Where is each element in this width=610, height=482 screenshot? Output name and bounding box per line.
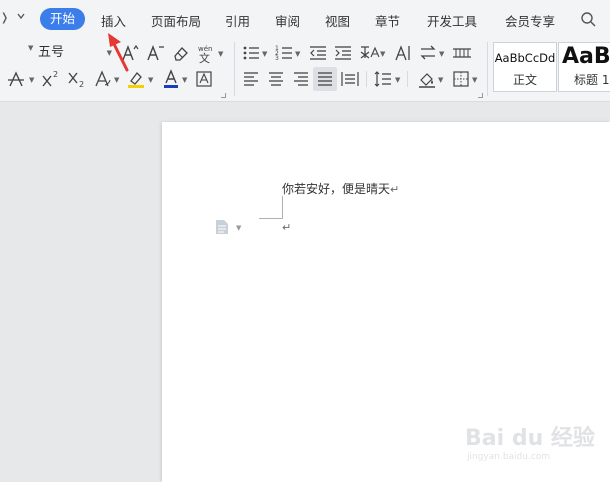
- character-border-icon[interactable]: [194, 69, 214, 89]
- document-paragraph[interactable]: 你若安好，便是晴天↵: [282, 180, 399, 197]
- divider: [366, 71, 367, 87]
- paragraph-text: 你若安好，便是晴天: [282, 182, 391, 196]
- tab-developer-tools[interactable]: 开发工具: [427, 11, 477, 30]
- decrease-indent-icon[interactable]: [308, 43, 328, 63]
- empty-paragraph-mark[interactable]: ↵: [282, 221, 291, 234]
- menu-bar: ❭ 开始 插入 页面布局 引用 审阅 视图 章节 开发工具 会员专享: [0, 0, 610, 38]
- tab-insert[interactable]: 插入: [101, 11, 126, 30]
- svg-text:2: 2: [53, 70, 58, 79]
- font-size-select[interactable]: 五号 ▼: [38, 43, 114, 63]
- chinese-layout-icon[interactable]: [358, 43, 380, 63]
- chevron-down-icon[interactable]: ▼: [236, 224, 241, 232]
- chevron-down-icon[interactable]: ▼: [439, 50, 444, 58]
- chevron-down-icon[interactable]: ▼: [114, 76, 119, 84]
- style-sample: AaB: [562, 44, 610, 69]
- svg-text:3: 3: [275, 55, 279, 62]
- font-name-dropdown-icon[interactable]: ▼: [28, 44, 33, 52]
- tab-references[interactable]: 引用: [225, 11, 250, 30]
- paragraph-dialog-launcher[interactable]: [478, 93, 483, 98]
- chevron-down-icon[interactable]: ▼: [29, 76, 34, 84]
- distributed-align-icon[interactable]: [340, 69, 360, 89]
- line-spacing-icon[interactable]: [373, 69, 393, 89]
- search-icon[interactable]: [579, 9, 599, 29]
- svg-text:2: 2: [79, 80, 84, 89]
- text-direction-icon[interactable]: [393, 43, 413, 63]
- chevron-down-icon[interactable]: [16, 11, 26, 24]
- watermark-brand: Bai du 经验: [465, 426, 595, 451]
- borders-icon[interactable]: [451, 69, 471, 89]
- decrease-font-size-icon[interactable]: [145, 43, 165, 63]
- svg-text:文: 文: [199, 51, 210, 64]
- tab-view[interactable]: 视图: [325, 11, 350, 30]
- margin-corner-mark: [282, 196, 283, 219]
- font-dialog-launcher[interactable]: [221, 93, 226, 98]
- chevron-down-icon[interactable]: ▼: [472, 76, 477, 84]
- style-sample: AaBbCcDd: [494, 51, 556, 65]
- chevron-down-icon[interactable]: ▼: [380, 50, 385, 58]
- bullet-list-icon[interactable]: [241, 43, 261, 63]
- line-sort-icon[interactable]: [418, 43, 438, 63]
- document-icon[interactable]: [215, 219, 229, 239]
- superscript-icon[interactable]: 2: [40, 69, 62, 89]
- shading-icon[interactable]: [417, 69, 437, 89]
- tab-review[interactable]: 审阅: [275, 11, 300, 30]
- red-arrow-annotation: [108, 33, 129, 72]
- align-right-icon[interactable]: [291, 69, 311, 89]
- justify-icon[interactable]: [313, 67, 337, 91]
- numbered-list-icon[interactable]: 123: [274, 43, 294, 63]
- align-center-icon[interactable]: [266, 69, 286, 89]
- style-name: 正文: [512, 73, 537, 87]
- chevron-down-icon[interactable]: ▼: [262, 50, 267, 58]
- increase-indent-icon[interactable]: [333, 43, 353, 63]
- tab-member-exclusive[interactable]: 会员专享: [505, 11, 555, 30]
- font-size-value: 五号: [38, 45, 65, 60]
- strikethrough-icon[interactable]: [6, 69, 26, 89]
- chevron-down-icon[interactable]: ▼: [182, 76, 187, 84]
- chevron-down-icon[interactable]: ▼: [148, 76, 153, 84]
- style-normal[interactable]: AaBbCcDd 正文: [493, 42, 557, 92]
- chevron-down-icon[interactable]: ▼: [438, 76, 443, 84]
- watermark-url: jingyan.baidu.com: [467, 452, 551, 462]
- subscript-icon[interactable]: 2: [66, 69, 88, 89]
- chevron-down-icon[interactable]: ▼: [295, 50, 300, 58]
- chevron-down-icon[interactable]: ▼: [395, 76, 400, 84]
- tab-start[interactable]: 开始: [40, 8, 86, 30]
- margin-corner-mark: [259, 218, 282, 219]
- tab-chapter[interactable]: 章节: [375, 11, 400, 30]
- tab-page-layout[interactable]: 页面布局: [151, 11, 201, 30]
- font-color-icon[interactable]: [161, 69, 181, 89]
- clear-formatting-icon[interactable]: [171, 43, 191, 63]
- chevron-down-icon[interactable]: ▼: [218, 50, 223, 58]
- align-left-icon[interactable]: [241, 69, 261, 89]
- divider: [407, 71, 408, 87]
- chevron-left-icon[interactable]: ❭: [0, 11, 9, 24]
- style-heading-1[interactable]: AaB 标题 1: [558, 42, 610, 92]
- tab-stop-icon[interactable]: [451, 43, 473, 63]
- style-name: 标题 1: [574, 73, 610, 87]
- phonetic-guide-icon[interactable]: wén 文: [196, 42, 218, 64]
- group-divider: [234, 42, 235, 96]
- baidu-watermark: Bai du 经验 jingyan.baidu.com: [465, 414, 605, 470]
- group-divider: [487, 42, 488, 96]
- paragraph-mark: ↵: [390, 183, 400, 196]
